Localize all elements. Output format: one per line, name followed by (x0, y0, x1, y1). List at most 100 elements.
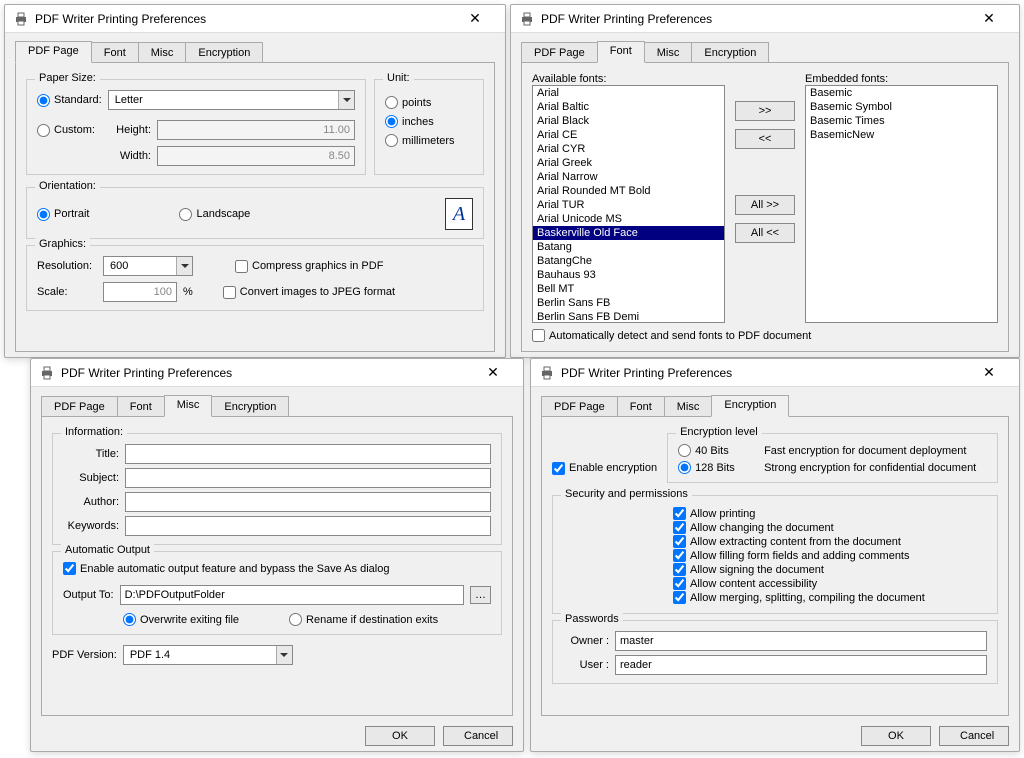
radio-landscape[interactable]: Landscape (179, 208, 250, 221)
tab-encryption[interactable]: Encryption (711, 395, 789, 417)
font-list-item[interactable]: Arial CYR (533, 142, 724, 156)
radio-40bits[interactable]: 40 Bits (678, 444, 758, 457)
input-author[interactable] (125, 492, 491, 512)
label-40bits-desc: Fast encryption for document deployment (764, 445, 966, 457)
input-title[interactable] (125, 444, 491, 464)
tab-pdf-page[interactable]: PDF Page (541, 396, 618, 416)
font-list-item[interactable]: BatangChe (533, 254, 724, 268)
check-allow-extracting[interactable]: Allow extracting content from the docume… (673, 535, 987, 548)
tab-encryption[interactable]: Encryption (211, 396, 289, 416)
input-height[interactable]: 11.00 (157, 120, 355, 140)
listbox-embedded-fonts[interactable]: BasemicBasemic SymbolBasemic TimesBasemi… (805, 85, 998, 323)
input-keywords[interactable] (125, 516, 491, 536)
btn-browse-output[interactable]: … (470, 586, 491, 604)
tab-misc[interactable]: Misc (164, 395, 213, 417)
btn-font-add-all[interactable]: All >> (735, 195, 795, 215)
radio-portrait[interactable]: Portrait (37, 208, 89, 221)
radio-inches[interactable]: inches (385, 115, 473, 128)
tab-font[interactable]: Font (617, 396, 665, 416)
label-user-password: User : (563, 659, 609, 671)
radio-custom[interactable]: Custom: (37, 124, 99, 137)
check-allow-merging[interactable]: Allow merging, splitting, compiling the … (673, 591, 987, 604)
radio-rename[interactable]: Rename if destination exits (289, 613, 438, 626)
tab-font[interactable]: Font (91, 42, 139, 62)
tab-pdf-page[interactable]: PDF Page (521, 42, 598, 62)
radio-overwrite[interactable]: Overwrite exiting file (123, 613, 239, 626)
radio-points[interactable]: points (385, 96, 473, 109)
btn-font-remove-all[interactable]: All << (735, 223, 795, 243)
font-list-item[interactable]: Bell MT (533, 282, 724, 296)
tab-pdf-page[interactable]: PDF Page (15, 41, 92, 63)
ok-button[interactable]: OK (861, 726, 931, 746)
font-list-item[interactable]: Arial CE (533, 128, 724, 142)
titlebar[interactable]: PDF Writer Printing Preferences ✕ (511, 5, 1019, 33)
font-list-item[interactable]: Arial Unicode MS (533, 212, 724, 226)
cancel-button[interactable]: Cancel (443, 726, 513, 746)
listbox-available-fonts[interactable]: ArialArial BalticArial BlackArial CEAria… (532, 85, 725, 323)
tab-encryption[interactable]: Encryption (691, 42, 769, 62)
check-allow-changing[interactable]: Allow changing the document (673, 521, 987, 534)
font-list-item[interactable]: Basemic Symbol (806, 100, 997, 114)
close-icon[interactable]: ✕ (453, 9, 497, 29)
tab-font[interactable]: Font (597, 41, 645, 63)
cancel-button[interactable]: Cancel (939, 726, 1009, 746)
font-list-item[interactable]: Batang (533, 240, 724, 254)
titlebar[interactable]: PDF Writer Printing Preferences ✕ (531, 359, 1019, 387)
font-list-item[interactable]: Arial TUR (533, 198, 724, 212)
check-auto-detect-fonts[interactable]: Automatically detect and send fonts to P… (532, 329, 811, 342)
tab-pdf-page[interactable]: PDF Page (41, 396, 118, 416)
legend-orientation: Orientation: (35, 180, 100, 192)
combo-resolution[interactable]: 600 (103, 256, 193, 276)
font-list-item[interactable]: Berlin Sans FB (533, 296, 724, 310)
input-user-password[interactable]: reader (615, 655, 987, 675)
input-owner-password[interactable]: master (615, 631, 987, 651)
combo-paper-standard[interactable]: Letter (108, 90, 355, 110)
font-list-item[interactable]: Basemic Times (806, 114, 997, 128)
titlebar[interactable]: PDF Writer Printing Preferences ✕ (31, 359, 523, 387)
font-list-item[interactable]: Arial Narrow (533, 170, 724, 184)
check-enable-auto-output[interactable]: Enable automatic output feature and bypa… (63, 562, 491, 575)
close-icon[interactable]: ✕ (967, 9, 1011, 29)
printer-icon (39, 365, 55, 381)
tab-misc[interactable]: Misc (138, 42, 187, 62)
font-list-item[interactable]: Berlin Sans FB Demi (533, 310, 724, 323)
close-icon[interactable]: ✕ (967, 363, 1011, 383)
check-allow-accessibility[interactable]: Allow content accessibility (673, 577, 987, 590)
btn-font-remove[interactable]: << (735, 129, 795, 149)
ok-button[interactable]: OK (365, 726, 435, 746)
check-compress[interactable]: Compress graphics in PDF (235, 260, 383, 273)
btn-font-add[interactable]: >> (735, 101, 795, 121)
input-scale[interactable]: 100 (103, 282, 177, 302)
font-list-item[interactable]: Arial (533, 86, 724, 100)
tab-misc[interactable]: Misc (664, 396, 713, 416)
dialog-misc: PDF Writer Printing Preferences ✕ PDF Pa… (30, 358, 524, 752)
radio-standard[interactable]: Standard: (37, 94, 102, 107)
close-icon[interactable]: ✕ (471, 363, 515, 383)
check-jpeg[interactable]: Convert images to JPEG format (223, 286, 395, 299)
font-list-item[interactable]: Baskerville Old Face (533, 226, 724, 240)
check-allow-form-fields[interactable]: Allow filling form fields and adding com… (673, 549, 987, 562)
check-enable-encryption[interactable]: Enable encryption (552, 427, 657, 489)
input-output-to[interactable]: D:\PDFOutputFolder (120, 585, 464, 605)
font-list-item[interactable]: BasemicNew (806, 128, 997, 142)
label-output-to: Output To: (63, 589, 114, 601)
radio-128bits[interactable]: 128 Bits (678, 461, 758, 474)
check-allow-signing[interactable]: Allow signing the document (673, 563, 987, 576)
font-list-item[interactable]: Basemic (806, 86, 997, 100)
tab-content-pdf-page: Paper Size: Standard: Letter Custom: Hei… (15, 62, 495, 352)
font-list-item[interactable]: Bauhaus 93 (533, 268, 724, 282)
input-subject[interactable] (125, 468, 491, 488)
radio-millimeters[interactable]: millimeters (385, 134, 473, 147)
font-list-item[interactable]: Arial Black (533, 114, 724, 128)
tab-font[interactable]: Font (117, 396, 165, 416)
font-list-item[interactable]: Arial Rounded MT Bold (533, 184, 724, 198)
font-list-item[interactable]: Arial Greek (533, 156, 724, 170)
font-list-item[interactable]: Arial Baltic (533, 100, 724, 114)
check-allow-printing[interactable]: Allow printing (673, 507, 987, 520)
input-width[interactable]: 8.50 (157, 146, 355, 166)
tab-misc[interactable]: Misc (644, 42, 693, 62)
tab-encryption[interactable]: Encryption (185, 42, 263, 62)
chevron-down-icon (276, 646, 292, 664)
titlebar[interactable]: PDF Writer Printing Preferences ✕ (5, 5, 505, 33)
combo-pdf-version[interactable]: PDF 1.4 (123, 645, 293, 665)
